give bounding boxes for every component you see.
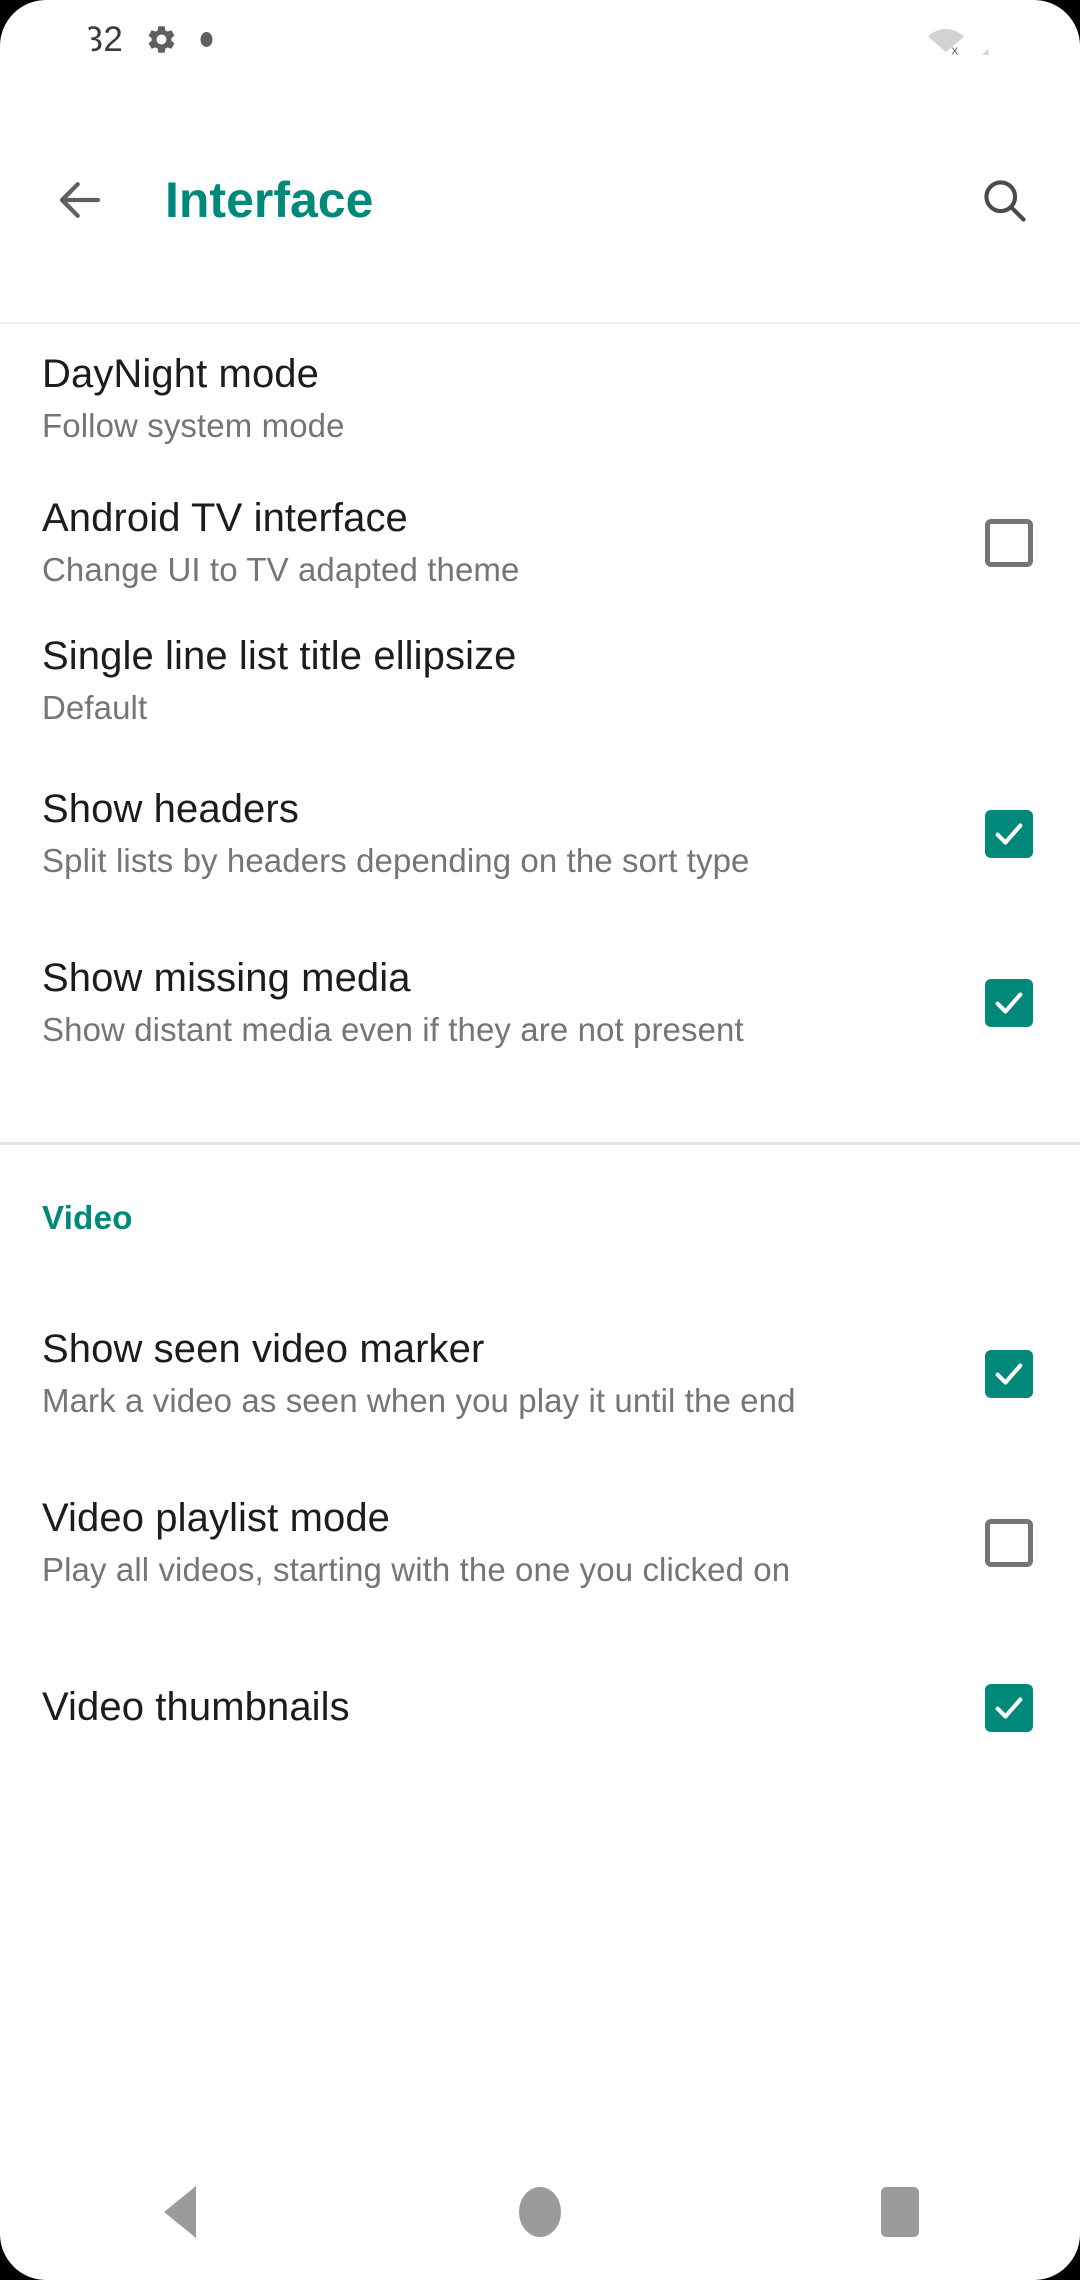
nav-back-button[interactable] xyxy=(120,2152,240,2272)
check-icon xyxy=(995,1697,1023,1719)
search-button[interactable] xyxy=(966,162,1042,238)
checkbox-unchecked[interactable] xyxy=(985,519,1033,567)
section-spacer-top xyxy=(0,1088,1080,1142)
preference-text: Video playlist mode Play all videos, sta… xyxy=(42,1495,976,1591)
cellular-signal-icon xyxy=(979,21,1016,58)
navigation-bar xyxy=(0,2144,1080,2280)
section-header-spacer-bottom xyxy=(0,1234,1080,1290)
section-header-spacer xyxy=(0,1145,1080,1201)
phone-screen: 12:32 x Interface DayNight mode Follow s… xyxy=(0,0,1080,2280)
preference-show-missing-media[interactable]: Show missing media Show distant media ev… xyxy=(0,918,1080,1088)
nav-home-button[interactable] xyxy=(480,2152,600,2272)
wifi-off-icon: x xyxy=(926,21,966,57)
preference-title: Show headers xyxy=(42,786,299,831)
preference-title: DayNight mode xyxy=(42,351,319,396)
preference-summary: Split lists by headers depending on the … xyxy=(42,841,750,879)
check-icon xyxy=(995,823,1023,845)
preference-text: Show missing media Show distant media ev… xyxy=(42,955,976,1051)
preference-summary: Play all videos, starting with the one y… xyxy=(42,1550,791,1588)
preference-text: Video thumbnails xyxy=(42,1684,976,1731)
back-button[interactable] xyxy=(42,162,118,238)
back-triangle-icon xyxy=(164,2186,196,2238)
preference-title: Show seen video marker xyxy=(42,1326,485,1371)
preference-widget[interactable] xyxy=(976,1519,1042,1567)
checkbox-checked[interactable] xyxy=(985,810,1033,858)
preference-video-thumbnails[interactable]: Video thumbnails xyxy=(0,1628,1080,1788)
status-clock: 12:32 xyxy=(34,19,124,59)
preference-text: Show headers Split lists by headers depe… xyxy=(42,786,976,882)
page-title: Interface xyxy=(165,172,374,228)
back-arrow-icon xyxy=(59,182,101,218)
nav-recents-button[interactable] xyxy=(840,2152,960,2272)
gear-icon xyxy=(145,23,178,56)
battery-icon xyxy=(1029,20,1052,58)
preference-single-line-list-title-ellipsize[interactable]: Single line list title ellipsize Default xyxy=(0,612,1080,750)
dot-icon xyxy=(200,31,213,48)
checkbox-checked[interactable] xyxy=(985,1684,1033,1732)
preference-summary: Default xyxy=(42,688,148,726)
app-bar: Interface xyxy=(0,78,1080,322)
preference-widget[interactable] xyxy=(976,1350,1042,1398)
check-icon xyxy=(995,992,1023,1014)
preference-text: DayNight mode Follow system mode xyxy=(42,351,976,447)
check-icon xyxy=(995,1363,1023,1385)
preference-text: Show seen video marker Mark a video as s… xyxy=(42,1326,976,1422)
preference-android-tv-interface[interactable]: Android TV interface Change UI to TV ada… xyxy=(0,474,1080,612)
status-bar-right: x xyxy=(926,20,1052,58)
checkbox-unchecked[interactable] xyxy=(985,1519,1033,1567)
status-bar: 12:32 x xyxy=(0,0,1080,78)
preference-widget[interactable] xyxy=(976,519,1042,567)
preference-title: Video playlist mode xyxy=(42,1495,391,1540)
preference-video-playlist-mode[interactable]: Video playlist mode Play all videos, sta… xyxy=(0,1458,1080,1628)
recents-square-icon xyxy=(881,2187,919,2237)
preference-summary: Show distant media even if they are not … xyxy=(42,1010,744,1048)
preference-show-seen-video-marker[interactable]: Show seen video marker Mark a video as s… xyxy=(0,1290,1080,1458)
preference-daynight-mode[interactable]: DayNight mode Follow system mode xyxy=(0,324,1080,474)
checkbox-checked[interactable] xyxy=(985,979,1033,1027)
preference-text: Single line list title ellipsize Default xyxy=(42,633,976,729)
preference-widget[interactable] xyxy=(976,810,1042,858)
preference-title: Single line list title ellipsize xyxy=(42,633,517,678)
preferences-list[interactable]: DayNight mode Follow system mode Android… xyxy=(0,324,1080,2280)
preference-title: Android TV interface xyxy=(42,495,408,540)
preference-summary: Mark a video as seen when you play it un… xyxy=(42,1381,796,1419)
preference-summary: Change UI to TV adapted theme xyxy=(42,550,520,588)
preference-title: Show missing media xyxy=(42,955,411,1000)
checkbox-checked[interactable] xyxy=(985,1350,1033,1398)
section-header-video: Video xyxy=(42,1199,133,1236)
status-bar-left: 12:32 xyxy=(34,22,213,57)
preference-summary: Follow system mode xyxy=(42,406,345,444)
preference-widget[interactable] xyxy=(976,979,1042,1027)
preference-text: Android TV interface Change UI to TV ada… xyxy=(42,495,976,591)
search-icon xyxy=(984,180,1026,222)
preference-widget[interactable] xyxy=(976,1684,1042,1732)
svg-text:x: x xyxy=(952,43,959,58)
home-circle-icon xyxy=(519,2187,561,2237)
preference-title: Video thumbnails xyxy=(42,1685,350,1730)
preference-show-headers[interactable]: Show headers Split lists by headers depe… xyxy=(0,750,1080,918)
